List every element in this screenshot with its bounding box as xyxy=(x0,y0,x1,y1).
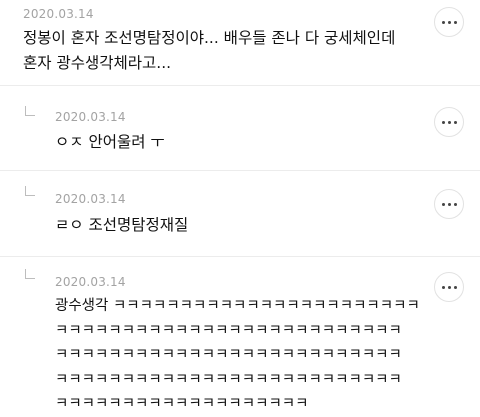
more-icon xyxy=(441,20,445,24)
reply-item: 2020.03.14 ㅇㅈ 안어울려 ㅜ xyxy=(0,86,480,171)
more-options-button[interactable] xyxy=(434,7,464,37)
more-icon xyxy=(441,202,445,206)
comment-date: 2020.03.14 xyxy=(55,110,126,124)
reply-arrow-icon xyxy=(25,106,35,116)
comment-date: 2020.03.14 xyxy=(55,275,126,289)
comment-item: 2020.03.14 정봉이 혼자 조선명탐정이야... 배우들 존나 다 궁세… xyxy=(0,0,480,86)
more-options-button[interactable] xyxy=(434,107,464,137)
comment-text: ㅇㅈ 안어울려 ㅜ xyxy=(55,133,165,151)
more-icon xyxy=(441,285,445,289)
more-icon xyxy=(441,120,445,124)
more-options-button[interactable] xyxy=(434,272,464,302)
reply-item: 2020.03.14 광수생각 ㅋㅋㅋㅋㅋㅋㅋㅋㅋㅋㅋㅋㅋㅋㅋㅋㅋㅋㅋㅋㅋㅋㅋ … xyxy=(0,257,480,416)
comment-date: 2020.03.14 xyxy=(55,192,126,206)
comment-date: 2020.03.14 xyxy=(23,7,94,21)
reply-arrow-icon xyxy=(25,269,35,279)
comment-text: ㄹㅇ 조선명탐정재질 xyxy=(55,216,189,234)
more-options-button[interactable] xyxy=(434,189,464,219)
comment-text: 정봉이 혼자 조선명탐정이야... 배우들 존나 다 궁세체인데 혼자 광수생각… xyxy=(23,29,396,72)
reply-item: 2020.03.14 ㄹㅇ 조선명탐정재질 xyxy=(0,171,480,257)
reply-arrow-icon xyxy=(25,186,35,196)
comment-text: 광수생각 ㅋㅋㅋㅋㅋㅋㅋㅋㅋㅋㅋㅋㅋㅋㅋㅋㅋㅋㅋㅋㅋㅋㅋ ㅋㅋㅋㅋㅋㅋㅋㅋㅋㅋㅋ… xyxy=(55,298,420,412)
